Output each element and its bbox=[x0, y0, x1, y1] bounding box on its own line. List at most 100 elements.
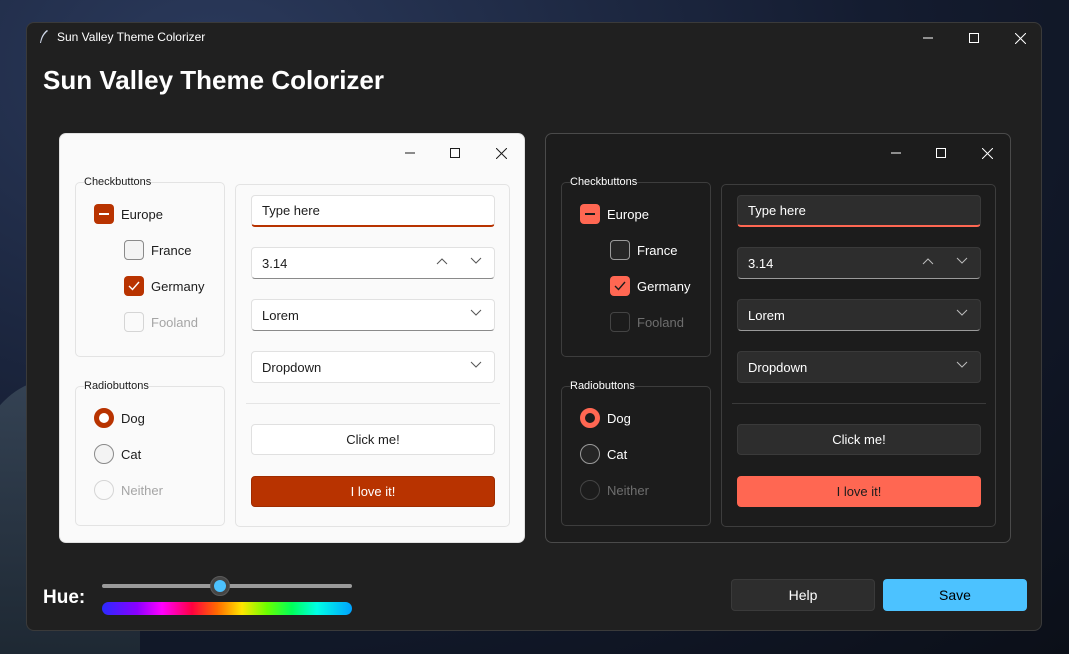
radiobuttons-group: Radiobuttons Dog Cat Neither bbox=[561, 380, 711, 526]
accent-button[interactable]: I love it! bbox=[737, 476, 981, 507]
radiobutton-label: Dog bbox=[121, 410, 145, 426]
hue-spectrum-bar bbox=[102, 602, 352, 615]
maximize-icon bbox=[450, 148, 460, 158]
radiobutton-dog[interactable]: Dog bbox=[580, 408, 631, 428]
checkbutton-germany[interactable]: Germany bbox=[610, 276, 690, 296]
unselected-radio-icon bbox=[580, 444, 600, 464]
checkbutton-label: France bbox=[637, 242, 678, 258]
radiobutton-label: Cat bbox=[607, 446, 628, 462]
radiobuttons-group: Radiobuttons Dog Cat Neither bbox=[75, 380, 225, 526]
unselected-radio-icon bbox=[94, 444, 114, 464]
preview-maximize-button[interactable] bbox=[440, 140, 470, 166]
checkbuttons-title: Checkbuttons bbox=[84, 176, 152, 188]
hue-slider-thumb[interactable] bbox=[209, 576, 230, 596]
preview-close-button[interactable] bbox=[486, 140, 516, 166]
hue-label: Hue: bbox=[43, 587, 86, 608]
minimize-icon bbox=[923, 37, 933, 39]
separator bbox=[732, 403, 986, 404]
chevron-down-icon bbox=[470, 309, 482, 316]
close-button[interactable] bbox=[997, 23, 1041, 53]
radiobutton-cat[interactable]: Cat bbox=[94, 444, 141, 464]
text-entry[interactable]: Type here bbox=[251, 195, 495, 227]
checkbutton-fooland: Fooland bbox=[610, 312, 684, 332]
widgets-frame: Type here 3.14 Lorem Dropdown Click me! … bbox=[721, 184, 996, 527]
spinbox[interactable]: 3.14 bbox=[737, 247, 981, 279]
indeterminate-checkbox-icon bbox=[94, 204, 114, 224]
checkbutton-label: Germany bbox=[151, 278, 205, 294]
dropdown-menu[interactable]: Dropdown bbox=[737, 351, 981, 383]
chevron-down-icon[interactable] bbox=[956, 257, 968, 265]
chevron-up-icon[interactable] bbox=[922, 257, 934, 265]
checkbutton-label: Germany bbox=[637, 278, 691, 294]
widgets-frame: Type here 3.14 Lorem Dropdown Click me! … bbox=[235, 184, 510, 527]
maximize-icon bbox=[969, 33, 979, 43]
checkbutton-label: France bbox=[151, 242, 192, 258]
help-button[interactable]: Help bbox=[731, 579, 875, 611]
close-icon bbox=[1014, 32, 1026, 44]
radiobutton-dog[interactable]: Dog bbox=[94, 408, 145, 428]
spinbox-value: 3.14 bbox=[262, 255, 288, 271]
chevron-down-icon bbox=[470, 361, 482, 368]
window-title: Sun Valley Theme Colorizer bbox=[57, 30, 206, 44]
click-me-button[interactable]: Click me! bbox=[251, 424, 495, 455]
checkbutton-label: Europe bbox=[121, 206, 163, 222]
checkbutton-germany[interactable]: Germany bbox=[124, 276, 204, 296]
entry-text: Type here bbox=[748, 203, 806, 218]
maximize-button[interactable] bbox=[951, 23, 997, 53]
radiobuttons-title: Radiobuttons bbox=[84, 380, 149, 392]
selected-radio-icon bbox=[94, 408, 114, 428]
radiobutton-label: Cat bbox=[121, 446, 142, 462]
checkbutton-france[interactable]: France bbox=[124, 240, 191, 260]
preview-close-button[interactable] bbox=[972, 140, 1002, 166]
radiobutton-cat[interactable]: Cat bbox=[580, 444, 627, 464]
unchecked-checkbox-icon bbox=[124, 240, 144, 260]
chevron-down-icon bbox=[956, 361, 968, 368]
checkmark-icon bbox=[124, 276, 144, 296]
text-entry[interactable]: Type here bbox=[737, 195, 981, 227]
dark-theme-preview: Checkbuttons Europe France Germany Foola… bbox=[545, 133, 1011, 543]
light-theme-preview: Checkbuttons Europe France Germany Foola… bbox=[59, 133, 525, 543]
close-icon bbox=[495, 147, 507, 159]
checkbuttons-group: Checkbuttons Europe France Germany Foola… bbox=[75, 176, 225, 357]
dropdown-value: Dropdown bbox=[262, 359, 322, 375]
save-button[interactable]: Save bbox=[883, 579, 1027, 611]
page-title: Sun Valley Theme Colorizer bbox=[43, 65, 384, 95]
checkbuttons-title: Checkbuttons bbox=[570, 176, 638, 188]
checkbuttons-group: Checkbuttons Europe France Germany Foola… bbox=[561, 176, 711, 357]
dropdown-menu[interactable]: Dropdown bbox=[251, 351, 495, 383]
combobox-value: Lorem bbox=[262, 307, 299, 323]
feather-icon bbox=[40, 30, 48, 43]
minimize-button[interactable] bbox=[905, 23, 951, 53]
minimize-icon bbox=[405, 152, 415, 154]
radiobutton-label: Neither bbox=[607, 482, 649, 498]
maximize-icon bbox=[936, 148, 946, 158]
checkbutton-europe[interactable]: Europe bbox=[580, 204, 649, 224]
radiobutton-neither: Neither bbox=[94, 480, 163, 500]
preview-minimize-button[interactable] bbox=[881, 140, 911, 166]
title-bar: Sun Valley Theme Colorizer bbox=[27, 23, 1041, 53]
accent-button[interactable]: I love it! bbox=[251, 476, 495, 507]
app-window: Sun Valley Theme Colorizer Sun Valley Th… bbox=[26, 22, 1042, 631]
preview-minimize-button[interactable] bbox=[395, 140, 425, 166]
combobox[interactable]: Lorem bbox=[737, 299, 981, 331]
checkbutton-label: Fooland bbox=[637, 314, 684, 330]
checkbutton-france[interactable]: France bbox=[610, 240, 677, 260]
unchecked-checkbox-icon bbox=[610, 240, 630, 260]
chevron-down-icon bbox=[956, 309, 968, 316]
checkbutton-label: Europe bbox=[607, 206, 649, 222]
chevron-down-icon[interactable] bbox=[470, 257, 482, 265]
spinbox[interactable]: 3.14 bbox=[251, 247, 495, 279]
disabled-radio-icon bbox=[94, 480, 114, 500]
checkbutton-label: Fooland bbox=[151, 314, 198, 330]
preview-maximize-button[interactable] bbox=[926, 140, 956, 166]
click-me-button[interactable]: Click me! bbox=[737, 424, 981, 455]
checkbutton-europe[interactable]: Europe bbox=[94, 204, 163, 224]
spinbox-value: 3.14 bbox=[748, 255, 774, 271]
radiobuttons-title: Radiobuttons bbox=[570, 380, 635, 392]
entry-text: Type here bbox=[262, 203, 320, 218]
separator bbox=[246, 403, 500, 404]
selected-radio-icon bbox=[580, 408, 600, 428]
chevron-up-icon[interactable] bbox=[436, 257, 448, 265]
combobox[interactable]: Lorem bbox=[251, 299, 495, 331]
disabled-checkbox-icon bbox=[124, 312, 144, 332]
